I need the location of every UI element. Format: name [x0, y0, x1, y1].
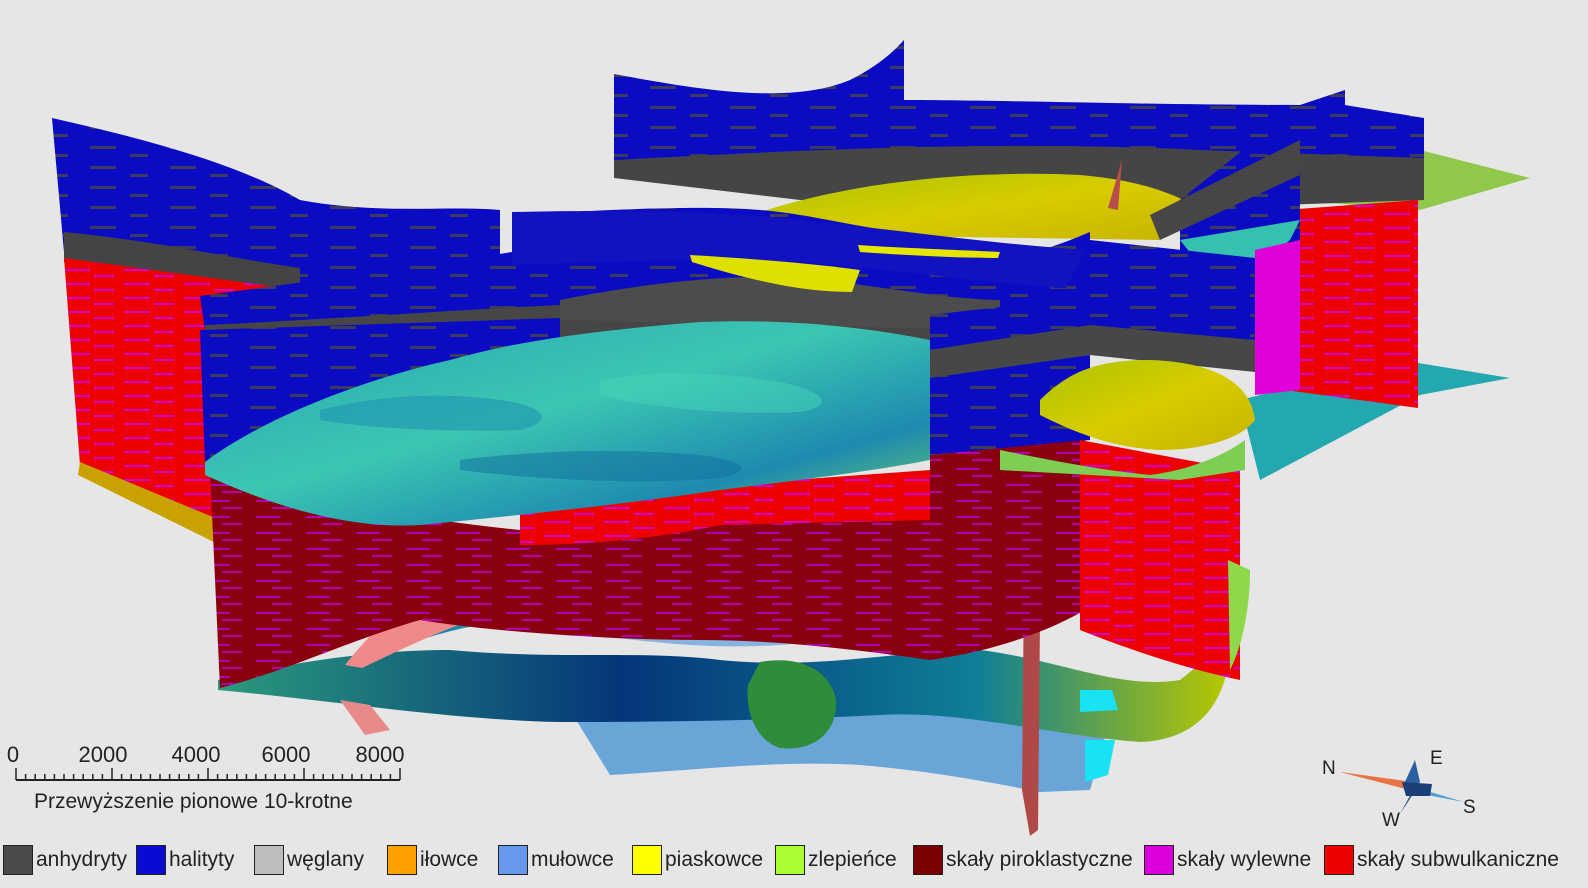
- legend-label: skały wylewne: [1177, 848, 1312, 871]
- legend-item: skały wylewne: [1144, 843, 1311, 877]
- legend-label: iłowce: [420, 848, 479, 871]
- scale-caption: Przewyższenie pionowe 10-krotne: [34, 790, 353, 813]
- legend-item: węglany: [254, 843, 364, 877]
- legend-swatch: [498, 845, 528, 875]
- compass-icon: [1340, 760, 1464, 814]
- scale-bar: 0 2000 4000 6000 8000 Przewyższenie pion…: [0, 740, 420, 820]
- legend-swatch: [775, 845, 805, 875]
- legend-label: anhydryty: [36, 848, 128, 871]
- legend-swatch: [1324, 845, 1354, 875]
- legend-label: mułowce: [531, 848, 614, 871]
- legend-swatch: [387, 845, 417, 875]
- legend-label: halityty: [169, 848, 235, 871]
- legend-item: halityty: [136, 843, 234, 877]
- lithology-legend: anhydryty halityty węglany iłowce mułowc…: [0, 843, 1588, 883]
- legend-item: piaskowce: [632, 843, 763, 877]
- legend-swatch: [136, 845, 166, 875]
- right-back-section-volcanic: [1285, 200, 1418, 408]
- legend-label: skały subwulkaniczne: [1357, 848, 1559, 871]
- legend-swatch: [3, 845, 33, 875]
- legend-item: iłowce: [387, 843, 478, 877]
- legend-item: zlepieńce: [775, 843, 897, 877]
- legend-swatch: [254, 845, 284, 875]
- legend-swatch: [913, 845, 943, 875]
- legend-item: mułowce: [498, 843, 614, 877]
- compass-south-label: S: [1463, 797, 1476, 818]
- compass-north-label: N: [1322, 758, 1336, 779]
- compass-east-label: E: [1430, 748, 1443, 769]
- legend-label: zlepieńce: [808, 848, 897, 871]
- legend-item: skały piroklastyczne: [913, 843, 1133, 877]
- legend-label: skały piroklastyczne: [946, 848, 1133, 871]
- legend-label: węglany: [287, 848, 365, 871]
- legend-item: anhydryty: [3, 843, 127, 877]
- right-magenta-section: [1255, 240, 1300, 395]
- legend-swatch: [1144, 845, 1174, 875]
- compass-west-label: W: [1382, 810, 1400, 831]
- scale-ruler: [15, 768, 401, 781]
- legend-swatch: [632, 845, 662, 875]
- legend-label: piaskowce: [665, 848, 764, 871]
- compass-rose: N E S W: [1322, 748, 1492, 832]
- legend-item: skały subwulkaniczne: [1324, 843, 1559, 877]
